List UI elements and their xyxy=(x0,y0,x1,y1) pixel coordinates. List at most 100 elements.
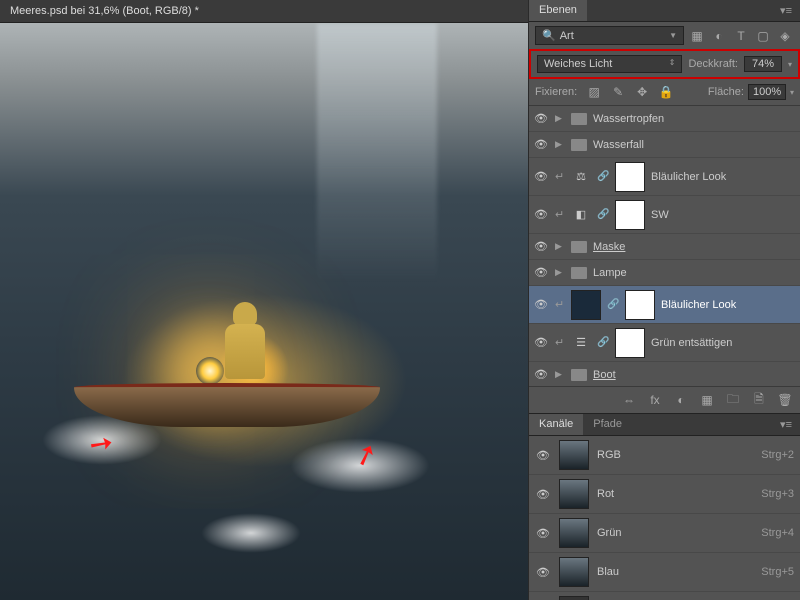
bw-adj-icon: ◧ xyxy=(571,205,591,225)
layer-name: Boot xyxy=(593,369,796,381)
tab-layers[interactable]: Ebenen xyxy=(529,0,587,21)
waterfall-overlay xyxy=(317,23,437,283)
channel-row-rot[interactable]: 👁 Rot Strg+3 xyxy=(529,475,800,514)
folder-icon xyxy=(571,369,587,381)
visibility-icon[interactable]: 👁 xyxy=(535,527,551,540)
layer-name: Wassertropfen xyxy=(593,113,796,125)
layer-name: Bläulicher Look xyxy=(661,299,796,311)
layer-row-wassertropfen[interactable]: 👁 ▶ Wassertropfen xyxy=(529,106,800,132)
filter-pixel-icon[interactable]: ▦ xyxy=(688,27,706,45)
blend-mode-dropdown[interactable]: Weiches Licht ⇕ xyxy=(537,55,682,73)
channel-shortcut: Strg+4 xyxy=(761,527,794,539)
panel-menu-icon[interactable]: ▾≡ xyxy=(772,0,800,21)
layer-row-gruen-entsaettigen[interactable]: 👁 ↵ ☰ 🔗 Grün entsättigen xyxy=(529,324,800,362)
visibility-icon[interactable]: 👁 xyxy=(533,336,549,349)
channel-thumbnail xyxy=(559,440,589,470)
expand-icon[interactable]: ▶ xyxy=(555,113,565,124)
lock-label: Fixieren: xyxy=(535,86,577,98)
expand-icon[interactable]: ▶ xyxy=(555,139,565,150)
layer-name: Grün entsättigen xyxy=(651,337,796,349)
visibility-icon[interactable]: 👁 xyxy=(533,170,549,183)
visibility-icon[interactable]: 👁 xyxy=(533,208,549,221)
visibility-icon[interactable]: 👁 xyxy=(533,240,549,253)
layers-footer: ⇔ fx ◐ ▦ 🗀 🗎 🗑 xyxy=(529,386,800,414)
visibility-icon[interactable]: 👁 xyxy=(533,368,549,381)
layer-row-blaulicher-look-selected[interactable]: 👁 ↵ 🔗 Bläulicher Look xyxy=(529,286,800,324)
lock-all-icon[interactable]: 🔒 xyxy=(657,83,675,101)
layer-row-sw[interactable]: 👁 ↵ ◧ 🔗 SW xyxy=(529,196,800,234)
visibility-icon[interactable]: 👁 xyxy=(535,449,551,462)
visibility-icon[interactable]: 👁 xyxy=(533,138,549,151)
filter-shape-icon[interactable]: ▢ xyxy=(754,27,772,45)
channel-shortcut: Strg+3 xyxy=(761,488,794,500)
channel-shortcut: Strg+2 xyxy=(761,449,794,461)
link-layers-icon[interactable]: ⇔ xyxy=(620,391,638,409)
chevron-down-icon: ▼ xyxy=(669,31,677,40)
filter-type-dropdown[interactable]: 🔍 Art ▼ xyxy=(535,26,684,45)
mask-thumbnail[interactable] xyxy=(615,328,645,358)
lock-pixels-icon[interactable]: ✎ xyxy=(609,83,627,101)
tab-paths[interactable]: Pfade xyxy=(583,414,632,435)
visibility-icon[interactable]: 👁 xyxy=(533,298,549,311)
opacity-label: Deckkraft: xyxy=(688,58,738,70)
layer-row-blaulicher-look-1[interactable]: 👁 ↵ ⚖ 🔗 Bläulicher Look xyxy=(529,158,800,196)
opacity-chevron-icon[interactable]: ▾ xyxy=(788,60,792,69)
link-icon: 🔗 xyxy=(597,337,609,348)
channel-thumbnail xyxy=(559,518,589,548)
channel-row-mask[interactable]: ▢ Bläulicher Look Maske Strg+< xyxy=(529,592,800,600)
channel-row-blau[interactable]: 👁 Blau Strg+5 xyxy=(529,553,800,592)
filter-smart-icon[interactable]: ◈ xyxy=(776,27,794,45)
channel-name: Rot xyxy=(597,488,614,500)
new-group-icon[interactable]: 🗀 xyxy=(724,391,742,409)
delete-layer-icon[interactable]: 🗑 xyxy=(776,391,794,409)
fill-field[interactable]: 100% xyxy=(748,84,786,100)
new-layer-icon[interactable]: 🗎 xyxy=(750,391,768,409)
channel-name: Grün xyxy=(597,527,621,539)
adj-thumbnail[interactable] xyxy=(571,290,601,320)
filter-type-icon[interactable]: T xyxy=(732,27,750,45)
opacity-field[interactable]: 74% xyxy=(744,56,782,72)
lock-position-icon[interactable]: ✥ xyxy=(633,83,651,101)
visibility-icon[interactable]: 👁 xyxy=(533,266,549,279)
visibility-icon[interactable]: 👁 xyxy=(533,112,549,125)
new-adjustment-icon[interactable]: ▦ xyxy=(698,391,716,409)
layer-row-maske[interactable]: 👁 ▶ Maske xyxy=(529,234,800,260)
filter-label: Art xyxy=(560,30,574,42)
layer-row-lampe[interactable]: 👁 ▶ Lampe xyxy=(529,260,800,286)
search-icon: 🔍 xyxy=(542,29,556,42)
expand-icon[interactable]: ▶ xyxy=(555,369,565,380)
panel-menu-icon[interactable]: ▾≡ xyxy=(772,414,800,435)
tab-channels[interactable]: Kanäle xyxy=(529,414,583,435)
mask-thumbnail[interactable] xyxy=(615,200,645,230)
expand-icon[interactable]: ▶ xyxy=(555,267,565,278)
channel-row-rgb[interactable]: 👁 RGB Strg+2 xyxy=(529,436,800,475)
expand-icon[interactable]: ▶ xyxy=(555,241,565,252)
canvas-area: Meeres.psd bei 31,6% (Boot, RGB/8) * ➚ ➚ xyxy=(0,0,528,600)
mask-thumbnail[interactable] xyxy=(625,290,655,320)
document-tab[interactable]: Meeres.psd bei 31,6% (Boot, RGB/8) * xyxy=(0,0,528,23)
layers-list: 👁 ▶ Wassertropfen 👁 ▶ Wasserfall 👁 ↵ ⚖ 🔗… xyxy=(529,106,800,386)
fx-icon[interactable]: fx xyxy=(646,391,664,409)
layer-row-boot[interactable]: 👁 ▶ Boot xyxy=(529,362,800,386)
boat-graphic xyxy=(74,323,380,427)
clip-icon: ↵ xyxy=(555,298,565,311)
link-icon: 🔗 xyxy=(597,171,609,182)
canvas[interactable]: ➚ ➚ xyxy=(0,23,528,600)
lock-transparency-icon[interactable]: ▨ xyxy=(585,83,603,101)
clip-icon: ↵ xyxy=(555,208,565,221)
layer-name: Wasserfall xyxy=(593,139,796,151)
channels-list: 👁 RGB Strg+2 👁 Rot Strg+3 👁 Grün Strg+4 … xyxy=(529,436,800,600)
channel-row-gruen[interactable]: 👁 Grün Strg+4 xyxy=(529,514,800,553)
filter-adjustment-icon[interactable]: ◐ xyxy=(710,27,728,45)
mask-thumbnail[interactable] xyxy=(615,162,645,192)
layer-row-wasserfall[interactable]: 👁 ▶ Wasserfall xyxy=(529,132,800,158)
clip-icon: ↵ xyxy=(555,170,565,183)
channel-thumbnail xyxy=(559,596,589,600)
blend-opacity-row: Weiches Licht ⇕ Deckkraft: 74% ▾ xyxy=(529,49,800,79)
visibility-icon[interactable]: 👁 xyxy=(535,566,551,579)
boat-hull xyxy=(74,383,380,427)
add-mask-icon[interactable]: ◐ xyxy=(672,391,690,409)
visibility-icon[interactable]: 👁 xyxy=(535,488,551,501)
fill-chevron-icon[interactable]: ▾ xyxy=(790,88,794,97)
layer-name: Maske xyxy=(593,241,796,253)
